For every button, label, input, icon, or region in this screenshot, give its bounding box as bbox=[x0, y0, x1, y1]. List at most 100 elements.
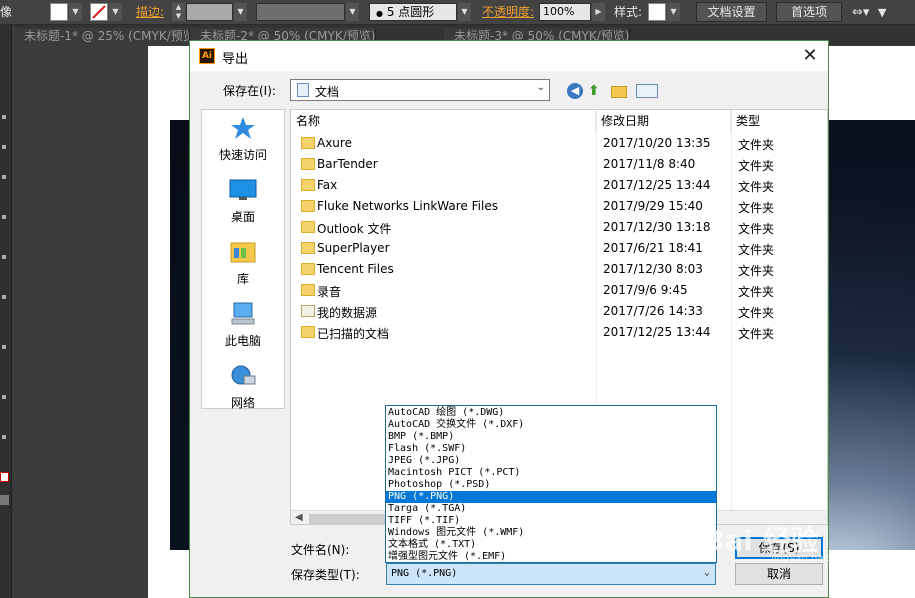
place-network[interactable]: 网络 bbox=[202, 360, 284, 418]
file-row[interactable]: 我的数据源 2017/7/26 14:33 文件夹 bbox=[291, 301, 827, 322]
style-dropdown[interactable]: ▼ bbox=[667, 3, 680, 21]
filetype-option[interactable]: Targa (*.TGA) bbox=[386, 503, 716, 515]
style-swatch[interactable] bbox=[648, 3, 666, 21]
back-icon[interactable]: ◀ bbox=[567, 83, 583, 99]
close-icon[interactable]: ✕ bbox=[800, 46, 820, 66]
tool-marker[interactable] bbox=[2, 395, 6, 399]
library-icon bbox=[230, 242, 256, 263]
tools-panel bbox=[0, 25, 12, 598]
new-folder-icon[interactable] bbox=[611, 86, 627, 98]
no-stroke-icon bbox=[92, 5, 106, 19]
filetype-select[interactable]: PNG (*.PNG) ⌄ bbox=[386, 563, 716, 585]
file-date: 2017/9/6 9:45 bbox=[603, 283, 688, 297]
file-type: 文件夹 bbox=[738, 180, 775, 194]
computer-icon bbox=[231, 302, 255, 325]
scroll-left-icon[interactable]: ◀ bbox=[295, 512, 303, 523]
style-label: 样式: bbox=[614, 5, 643, 19]
filetype-option[interactable]: JPEG (*.JPG) bbox=[386, 455, 716, 467]
filetype-option[interactable]: 增强型图元文件 (*.EMF) bbox=[386, 551, 716, 562]
column-header-type[interactable]: 类型 bbox=[731, 110, 827, 132]
network-icon bbox=[231, 365, 256, 385]
arrange-documents-icon[interactable]: ⇔▾ bbox=[852, 3, 869, 22]
brush-label: 5 点圆形 bbox=[386, 5, 435, 19]
file-name: Fluke Networks LinkWare Files bbox=[317, 199, 498, 213]
up-folder-icon[interactable]: ⬆ bbox=[588, 83, 604, 99]
tool-marker[interactable] bbox=[2, 295, 6, 299]
tool-marker[interactable] bbox=[2, 215, 6, 219]
profile-dropdown[interactable]: ▼ bbox=[346, 3, 359, 21]
place-quick-access[interactable]: 快速访问 bbox=[202, 112, 284, 170]
variable-width-profile[interactable] bbox=[256, 3, 345, 21]
filetype-option[interactable]: Windows 图元文件 (*.WMF) bbox=[386, 527, 716, 539]
file-row[interactable]: 录音 2017/9/6 9:45 文件夹 bbox=[291, 280, 827, 301]
tool-marker[interactable] bbox=[2, 175, 6, 179]
file-row[interactable]: Fluke Networks LinkWare Files 2017/9/29 … bbox=[291, 196, 827, 217]
file-row[interactable]: SuperPlayer 2017/6/21 18:41 文件夹 bbox=[291, 238, 827, 259]
tool-marker[interactable] bbox=[2, 345, 6, 349]
file-type: 文件夹 bbox=[738, 243, 775, 257]
brush-dropdown[interactable]: ▼ bbox=[458, 3, 471, 21]
place-desktop[interactable]: 桌面 bbox=[202, 174, 284, 232]
stroke-swatch[interactable] bbox=[90, 3, 108, 21]
filetype-option[interactable]: TIFF (*.TIF) bbox=[386, 515, 716, 527]
preferences-button[interactable]: 首选项 bbox=[776, 2, 842, 22]
stroke-label[interactable]: 描边: bbox=[136, 3, 164, 22]
filetype-label: 保存类型(T): bbox=[291, 568, 360, 582]
tool-marker[interactable] bbox=[2, 255, 6, 259]
tool-marker[interactable] bbox=[2, 115, 6, 119]
filetype-option[interactable]: AutoCAD 交换文件 (*.DXF) bbox=[386, 419, 716, 431]
opacity-label[interactable]: 不透明度: bbox=[482, 3, 534, 22]
scroll-thumb[interactable] bbox=[309, 514, 389, 524]
filetype-option[interactable]: AutoCAD 绘图 (*.DWG) bbox=[386, 407, 716, 419]
fill-stroke-indicator[interactable] bbox=[0, 472, 9, 482]
stroke-weight-stepper[interactable]: ▲ ▼ bbox=[172, 3, 185, 21]
opacity-dropdown[interactable]: ▶ bbox=[592, 3, 605, 21]
document-setup-button[interactable]: 文档设置 bbox=[696, 2, 767, 22]
file-name: Axure bbox=[317, 136, 352, 150]
fill-swatch[interactable] bbox=[50, 3, 68, 21]
place-this-pc[interactable]: 此电脑 bbox=[202, 298, 284, 356]
star-icon bbox=[231, 117, 255, 139]
folder-icon bbox=[301, 179, 315, 191]
brush-definition[interactable]: ● 5 点圆形 bbox=[369, 3, 457, 21]
filetype-value: PNG (*.PNG) bbox=[391, 568, 458, 579]
filetype-option[interactable]: Macintosh PICT (*.PCT) bbox=[386, 467, 716, 479]
file-date: 2017/12/25 13:44 bbox=[603, 178, 711, 192]
file-name: Tencent Files bbox=[317, 262, 394, 276]
filetype-option[interactable]: 文本格式 (*.TXT) bbox=[386, 539, 716, 551]
place-label: 快速访问 bbox=[218, 148, 267, 162]
file-type: 文件夹 bbox=[738, 306, 775, 320]
panel-menu-icon[interactable]: ▼ bbox=[878, 3, 886, 22]
stroke-weight-input[interactable] bbox=[186, 3, 233, 21]
file-row[interactable]: Axure 2017/10/20 13:35 文件夹 bbox=[291, 133, 827, 154]
filetype-option[interactable]: Photoshop (*.PSD) bbox=[386, 479, 716, 491]
file-row[interactable]: BarTender 2017/11/8 8:40 文件夹 bbox=[291, 154, 827, 175]
file-row[interactable]: Outlook 文件 2017/12/30 13:18 文件夹 bbox=[291, 217, 827, 238]
screen-mode-icon[interactable] bbox=[0, 495, 9, 505]
data-source-folder-icon bbox=[301, 305, 315, 317]
file-row[interactable]: Tencent Files 2017/12/30 8:03 文件夹 bbox=[291, 259, 827, 280]
file-row[interactable]: 已扫描的文档 2017/12/25 13:44 文件夹 bbox=[291, 322, 827, 343]
cancel-button[interactable]: 取消 bbox=[735, 563, 823, 585]
file-date: 2017/9/29 15:40 bbox=[603, 199, 703, 213]
filetype-option[interactable]: BMP (*.BMP) bbox=[386, 431, 716, 443]
view-menu-icon[interactable] bbox=[636, 84, 658, 98]
filetype-option-selected[interactable]: PNG (*.PNG) bbox=[386, 491, 716, 503]
filetype-dropdown-list: AutoCAD 绘图 (*.DWG) AutoCAD 交换文件 (*.DXF) … bbox=[385, 405, 717, 563]
filetype-option[interactable]: Flash (*.SWF) bbox=[386, 443, 716, 455]
places-bar: 快速访问 桌面 库 此电脑 网络 bbox=[201, 109, 285, 410]
file-row[interactable]: Fax 2017/12/25 13:44 文件夹 bbox=[291, 175, 827, 196]
opacity-input[interactable]: 100% bbox=[539, 3, 591, 21]
tool-marker[interactable] bbox=[2, 435, 6, 439]
save-in-select[interactable]: 文档 ⌄ bbox=[290, 79, 550, 101]
column-header-date[interactable]: 修改日期 bbox=[596, 110, 731, 132]
stroke-dropdown-arrow[interactable]: ▼ bbox=[109, 3, 122, 21]
stroke-weight-dropdown[interactable]: ▼ bbox=[234, 3, 247, 21]
control-bar: 像 ▼ ▼ 描边: ▲ ▼ ▼ ▼ ● 5 点圆形 ▼ 不透明度: 100% ▶ … bbox=[0, 0, 915, 25]
place-library[interactable]: 库 bbox=[202, 236, 284, 294]
tool-marker[interactable] bbox=[2, 145, 6, 149]
dialog-titlebar[interactable]: Ai 导出 ✕ bbox=[190, 41, 828, 71]
file-date: 2017/6/21 18:41 bbox=[603, 241, 703, 255]
fill-dropdown-arrow[interactable]: ▼ bbox=[69, 3, 82, 21]
tab-document-1[interactable]: 未标题-1* @ 25% (CMYK/预览) bbox=[14, 28, 190, 45]
